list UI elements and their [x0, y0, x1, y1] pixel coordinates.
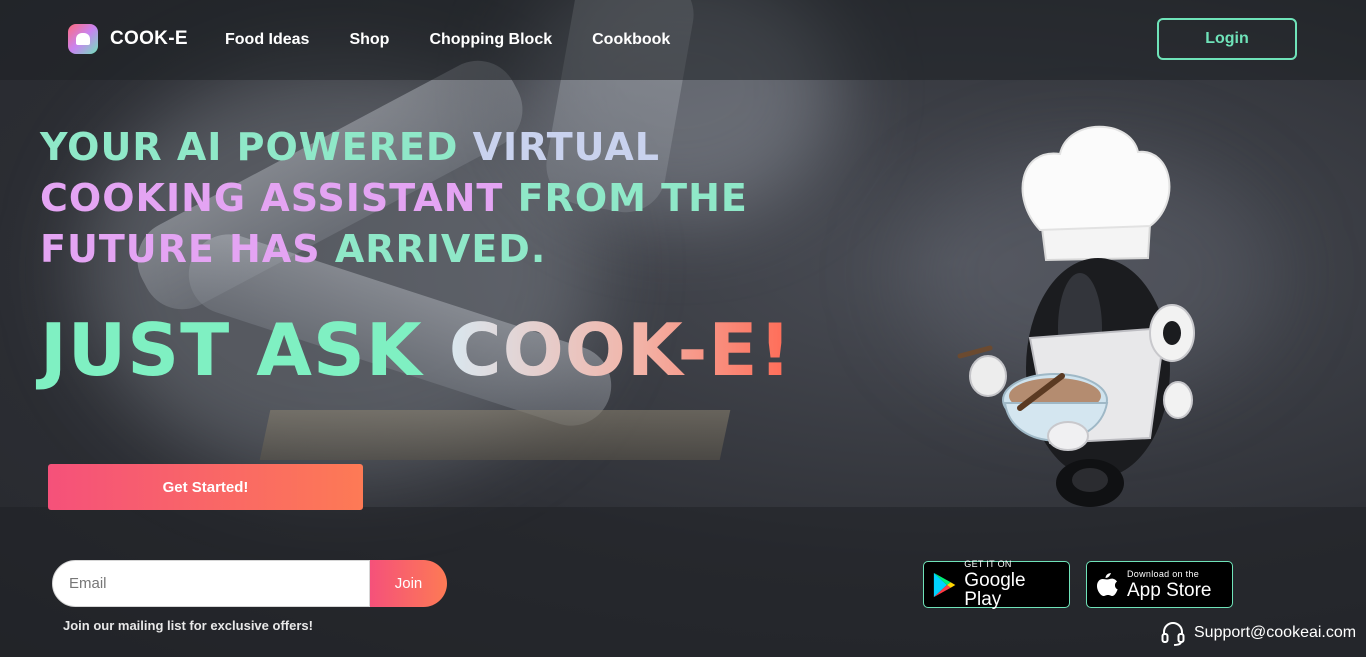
robot-chef-illustration: [957, 125, 1195, 507]
google-play-badge[interactable]: GET IT ON Google Play: [923, 559, 1070, 610]
brand-name: COOK-E: [110, 28, 188, 49]
nav-link-food-ideas[interactable]: Food Ideas: [225, 31, 309, 49]
google-badge-title: Google Play: [964, 570, 1026, 610]
get-started-button[interactable]: Get Started!: [48, 464, 363, 510]
login-button[interactable]: Login: [1157, 18, 1297, 60]
email-input[interactable]: [52, 560, 370, 607]
mailing-list-form: Join: [52, 560, 447, 607]
app-store-badge[interactable]: Download on the App Store: [1086, 561, 1233, 608]
brand[interactable]: COOK-E: [68, 24, 188, 54]
nav-links: Food Ideas Shop Chopping Block Cookbook: [225, 31, 670, 49]
google-play-icon: [933, 572, 956, 597]
join-button[interactable]: Join: [370, 560, 447, 607]
tagline-brand: COOK-E!: [448, 308, 793, 392]
apple-badge-title: App Store: [1127, 579, 1212, 601]
headline-part: FUTURE HAS: [40, 227, 335, 271]
google-badge-small-text: GET IT ON: [964, 559, 1012, 569]
headline-part: YOUR AI POWERED: [40, 125, 473, 169]
mailing-list-note: Join our mailing list for exclusive offe…: [63, 618, 313, 633]
support-email: Support@cookeai.com: [1194, 624, 1357, 641]
nav-link-shop[interactable]: Shop: [349, 31, 389, 49]
headline-part: FROM THE: [517, 176, 748, 220]
apple-icon: [1097, 572, 1118, 596]
headset-icon: [1161, 622, 1185, 646]
headline-part: VIRTUAL: [472, 125, 660, 169]
headline-part: COOKING ASSISTANT: [40, 176, 518, 220]
support-contact[interactable]: Support@cookeai.com: [1160, 620, 1356, 646]
nav-link-cookbook[interactable]: Cookbook: [592, 31, 670, 49]
hero-headline: YOUR AI POWERED VIRTUAL COOKING ASSISTAN…: [40, 122, 840, 275]
headline-part: ARRIVED.: [334, 227, 547, 271]
top-navigation: COOK-E Food Ideas Shop Chopping Block Co…: [0, 0, 1366, 80]
chef-hat-icon: [1021, 125, 1171, 262]
tagline-part: JUST ASK: [40, 308, 449, 392]
chef-hat-logo-icon: [68, 24, 98, 54]
nav-link-chopping-block[interactable]: Chopping Block: [429, 31, 552, 49]
hero-tagline: JUST ASK COOK-E!: [40, 300, 792, 400]
apple-badge-small-text: Download on the: [1127, 568, 1200, 579]
